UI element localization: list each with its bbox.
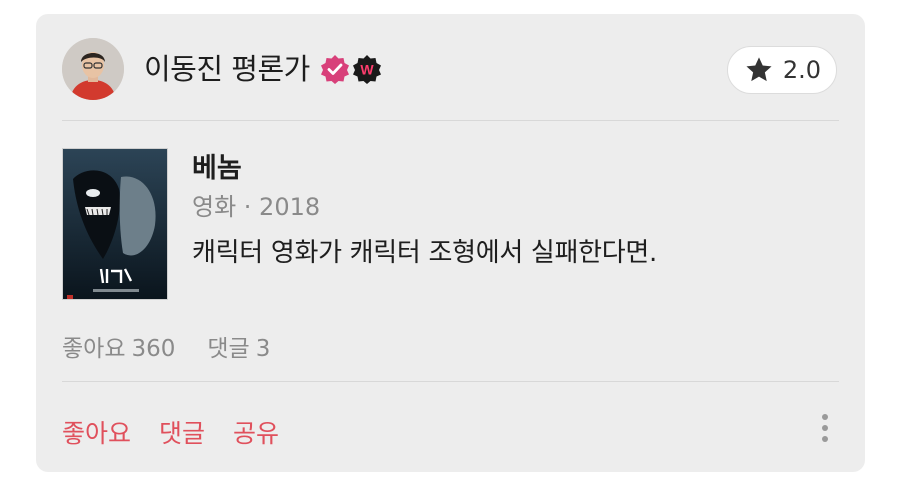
movie-meta: 영화 · 2018 xyxy=(192,193,321,221)
rating-badge: 2.0 xyxy=(727,46,837,94)
likes-stat: 좋아요 360 xyxy=(62,336,176,362)
badge-w-letter: W xyxy=(360,62,374,78)
star-icon xyxy=(746,57,772,82)
like-button[interactable]: 좋아요 xyxy=(62,414,131,450)
comment-button[interactable]: 댓글 xyxy=(159,414,205,450)
comments-stat: 댓글 3 xyxy=(207,336,271,362)
share-button[interactable]: 공유 xyxy=(233,414,279,450)
more-vertical-icon[interactable] xyxy=(813,406,837,450)
verified-badge-icon xyxy=(320,54,350,84)
movie-title[interactable]: 베놈 xyxy=(192,152,242,186)
reviewer-avatar[interactable] xyxy=(62,38,124,100)
header-divider xyxy=(62,120,839,121)
stats-divider xyxy=(62,381,839,382)
movie-poster[interactable] xyxy=(62,148,168,300)
rating-value: 2.0 xyxy=(782,56,822,84)
review-card: 이동진 평론가 W 2.0 베놈 영화 · 2018 캐릭터 영화가 캐릭터 조… xyxy=(36,14,865,472)
review-text[interactable]: 캐릭터 영화가 캐릭터 조형에서 실패한다면. xyxy=(192,236,657,270)
action-bar: 좋아요 댓글 공유 xyxy=(62,414,279,450)
reviewer-name[interactable]: 이동진 평론가 xyxy=(144,50,310,88)
watcha-w-badge-icon: W xyxy=(352,54,382,84)
review-stats: 좋아요 360 댓글 3 xyxy=(62,334,270,364)
